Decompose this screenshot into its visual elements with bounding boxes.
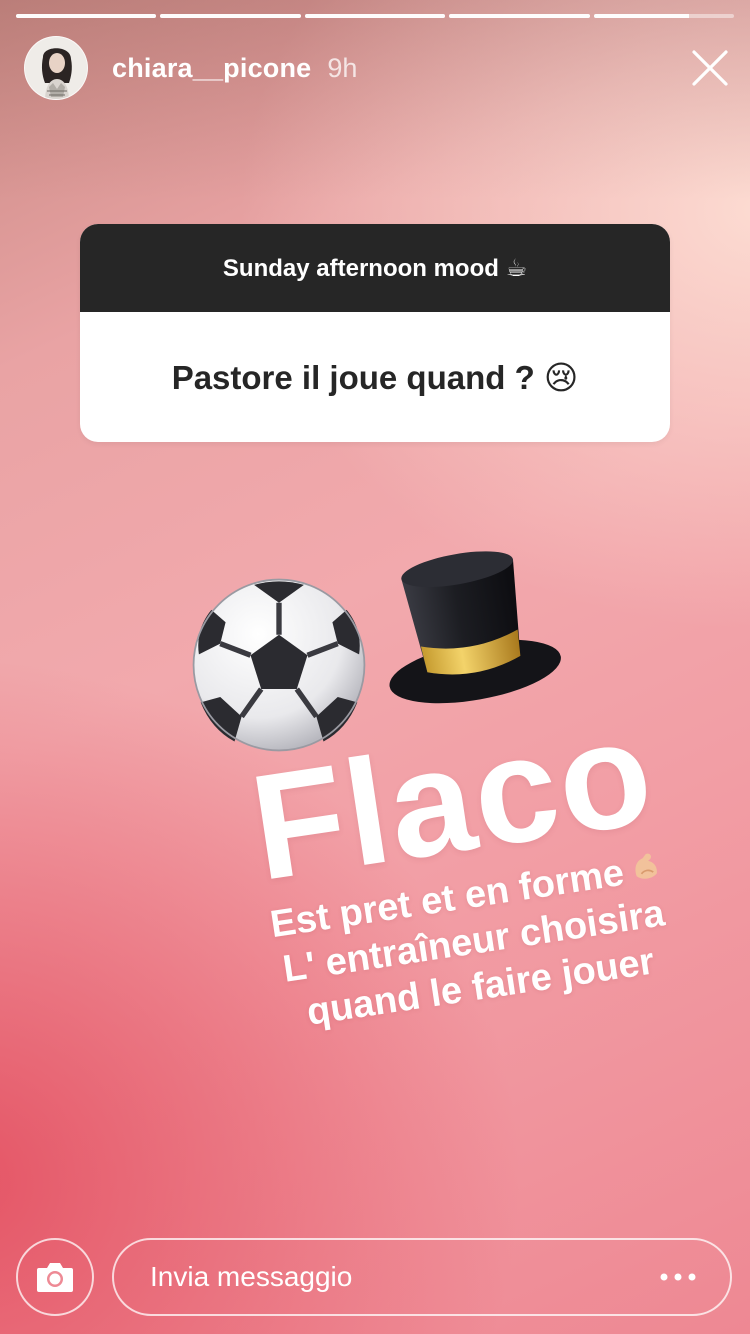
- story-viewer[interactable]: chiara__picone 9h Sunday afternoon mood …: [0, 0, 750, 1334]
- profile-photo-icon: [25, 37, 87, 99]
- post-timestamp: 9h: [327, 52, 358, 83]
- camera-button[interactable]: [16, 1238, 94, 1316]
- message-input-placeholder: Invia messaggio: [150, 1261, 353, 1292]
- top-hat-icon: [389, 551, 561, 704]
- story-header: chiara__picone 9h: [24, 36, 357, 100]
- question-answer-text: Pastore il joue quand ? 😢: [171, 358, 579, 396]
- avatar[interactable]: [24, 36, 88, 100]
- question-sticker[interactable]: Sunday afternoon mood ☕ Pastore il joue …: [80, 224, 670, 442]
- progress-segment: [449, 14, 590, 18]
- progress-segment: [593, 14, 735, 18]
- flexed-biceps-icon: [635, 853, 658, 879]
- username[interactable]: chiara__picone: [112, 53, 311, 84]
- story-progress-bar: [16, 14, 735, 18]
- message-input[interactable]: Invia messaggio: [112, 1238, 732, 1316]
- more-options-icon[interactable]: [656, 1267, 700, 1287]
- close-icon: [692, 50, 728, 86]
- camera-icon: [37, 1263, 73, 1292]
- close-button[interactable]: [688, 46, 732, 90]
- text-sticker: Flaco Est pret et en forme L' entraîneur…: [204, 686, 735, 1137]
- question-sticker-answer: Pastore il joue quand ? 😢: [80, 312, 670, 442]
- soccer-ball-icon: [192, 578, 366, 752]
- question-prompt-text: Sunday afternoon mood ☕: [222, 254, 528, 282]
- progress-segment: [304, 14, 446, 18]
- progress-segment: [160, 14, 301, 18]
- question-sticker-prompt: Sunday afternoon mood ☕: [80, 224, 670, 312]
- progress-segment: [16, 14, 157, 18]
